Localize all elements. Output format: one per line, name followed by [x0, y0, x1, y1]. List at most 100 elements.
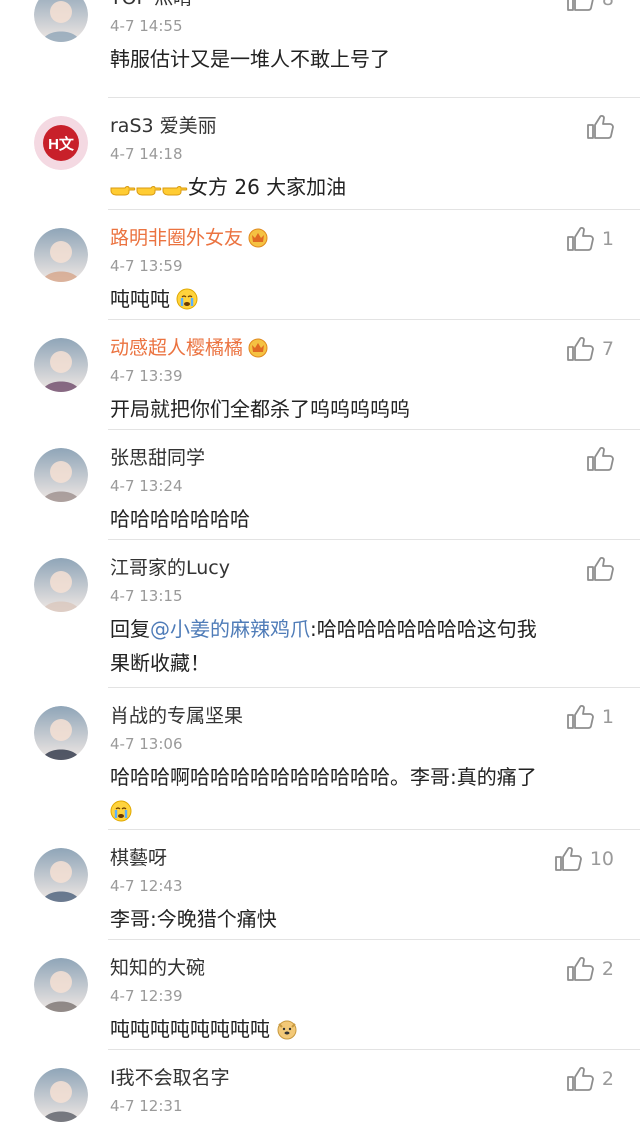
username[interactable]: raS3 爱美丽: [110, 114, 217, 138]
comment-text: 哈哈哈啊哈哈哈哈哈哈哈哈哈哈。李哥:真的痛了: [110, 760, 615, 794]
thumbs-up-icon: [566, 336, 594, 362]
thumbs-up-icon: [566, 0, 594, 12]
like-button[interactable]: 10: [554, 846, 614, 872]
like-button[interactable]: 2: [566, 1066, 614, 1092]
like-button[interactable]: [586, 556, 614, 582]
reply-prefix: 回复: [110, 617, 150, 641]
avatar[interactable]: [34, 558, 88, 612]
like-button[interactable]: 7: [566, 336, 614, 362]
comment-text-line2: [110, 794, 615, 832]
svg-text:H文: H文: [48, 135, 75, 153]
username[interactable]: 棋藝呀: [110, 846, 167, 870]
username[interactable]: 张思甜同学: [110, 446, 205, 470]
comment-text: 吨吨吨吨吨吨吨吨: [110, 1012, 615, 1050]
timestamp: 4-7 13:24: [110, 477, 183, 495]
thumbs-up-icon: [586, 446, 614, 472]
username-text: 动感超人樱橘橘: [110, 337, 244, 359]
avatar[interactable]: [34, 706, 88, 760]
username-text: 肖战的专属坚果: [110, 705, 244, 727]
avatar[interactable]: [34, 448, 88, 502]
reply-text: :哈哈哈哈哈哈哈哈这句我: [310, 617, 537, 641]
comment-text-content: 吨吨吨: [110, 287, 170, 311]
avatar[interactable]: [34, 338, 88, 392]
comment-list: TOP 灬晴 4-7 14:55 8 韩服估计又是一堆人不敢上号了 H文 raS3 爱美丽…: [0, 0, 640, 1122]
like-button[interactable]: [586, 114, 614, 140]
comment-text-content: 开局就把你们全都杀了呜呜呜呜呜: [110, 397, 410, 421]
comment-text-line2: 果断收藏！: [110, 651, 210, 675]
timestamp: 4-7 13:15: [110, 587, 183, 605]
crying-face-icon: [176, 286, 198, 320]
comment-text: 哈哈哈哈哈哈哈: [110, 502, 615, 536]
comment-text-content: 哈哈哈哈哈哈哈: [110, 507, 250, 531]
username[interactable]: I我不会取名字: [110, 1066, 230, 1090]
timestamp: 4-7 13:39: [110, 367, 183, 385]
thumbs-up-icon: [586, 556, 614, 582]
thumbs-up-icon: [554, 846, 582, 872]
mention-link[interactable]: @小姜的麻辣鸡爪: [150, 617, 310, 641]
like-count: 10: [589, 848, 614, 870]
like-button[interactable]: 1: [566, 226, 614, 252]
username-text: 江哥家的Lucy: [110, 557, 230, 579]
avatar[interactable]: [34, 848, 88, 902]
username-text: 路明非圈外女友: [110, 227, 244, 249]
avatar[interactable]: [34, 228, 88, 282]
comment-item: H文 raS3 爱美丽 4-7 14:18 女方 26 大家加油: [0, 98, 640, 210]
comment-text: 开局就把你们全都杀了呜呜呜呜呜: [110, 392, 615, 426]
comment-item: 江哥家的Lucy 4-7 13:15 回复@小姜的麻辣鸡爪:哈哈哈哈哈哈哈哈这句我果…: [0, 540, 640, 688]
avatar[interactable]: [34, 0, 88, 42]
crying-face-icon: [110, 798, 132, 832]
comment-text-content: 吨吨吨吨吨吨吨吨: [110, 1017, 270, 1041]
timestamp: 4-7 14:18: [110, 145, 183, 163]
username[interactable]: TOP 灬晴: [110, 0, 192, 10]
like-count: 1: [601, 228, 614, 250]
username[interactable]: 动感超人樱橘橘: [110, 336, 269, 364]
thumbs-up-icon: [566, 704, 594, 730]
comment-item: 棋藝呀 4-7 12:43 10 李哥:今晚猎个痛快: [0, 830, 640, 940]
username[interactable]: 肖战的专属坚果: [110, 704, 243, 728]
like-count: 2: [601, 1068, 614, 1090]
like-button[interactable]: 2: [566, 956, 614, 982]
timestamp: 4-7 12:39: [110, 987, 183, 1005]
username-text: I我不会取名字: [110, 1067, 230, 1089]
pointing-hand-icon: [110, 174, 136, 208]
vip-crown-icon: [247, 226, 269, 254]
username-text: raS3 爱美丽: [110, 115, 217, 137]
thumbs-up-icon: [566, 1066, 594, 1092]
comment-item: 肖战的专属坚果 4-7 13:06 1 哈哈哈啊哈哈哈哈哈哈哈哈哈哈。李哥:真的痛了: [0, 688, 640, 830]
username-text: TOP 灬晴: [110, 0, 192, 9]
username-text: 知知的大碗: [110, 957, 206, 979]
comment-text: 回复@小姜的麻辣鸡爪:哈哈哈哈哈哈哈哈这句我: [110, 612, 615, 646]
timestamp: 4-7 13:59: [110, 257, 183, 275]
comment-item: I我不会取名字 4-7 12:31 2: [0, 1050, 640, 1122]
vip-crown-icon: [247, 336, 269, 364]
like-button[interactable]: 8: [566, 0, 614, 12]
username[interactable]: 路明非圈外女友: [110, 226, 269, 254]
like-count: 2: [601, 958, 614, 980]
timestamp: 4-7 13:06: [110, 735, 183, 753]
comment-text: 女方 26 大家加油: [110, 170, 615, 208]
doge-icon: [276, 1016, 298, 1050]
timestamp: 4-7 12:31: [110, 1097, 183, 1115]
comment-text-content: 李哥:今晚猎个痛快: [110, 907, 277, 931]
avatar[interactable]: [34, 1068, 88, 1122]
username-text: 棋藝呀: [110, 847, 168, 869]
like-count: 8: [602, 0, 614, 10]
comment-text: 韩服估计又是一堆人不敢上号了: [110, 42, 615, 76]
comment-text-content: 哈哈哈啊哈哈哈哈哈哈哈哈哈哈。李哥:真的痛了: [110, 765, 537, 789]
like-count: 7: [601, 338, 614, 360]
username[interactable]: 知知的大碗: [110, 956, 205, 980]
username[interactable]: 江哥家的Lucy: [110, 556, 230, 580]
like-button[interactable]: 1: [566, 704, 614, 730]
pointing-hand-icon: [162, 174, 188, 208]
comment-item: 路明非圈外女友 4-7 13:59 1 吨吨吨: [0, 210, 640, 320]
avatar[interactable]: H文: [34, 116, 88, 170]
avatar[interactable]: [34, 958, 88, 1012]
like-count: 1: [601, 706, 614, 728]
thumbs-up-icon: [586, 114, 614, 140]
comment-item: 知知的大碗 4-7 12:39 2 吨吨吨吨吨吨吨吨: [0, 940, 640, 1050]
comment-item: 动感超人樱橘橘 4-7 13:39 7 开局就把你们全都杀了呜呜呜呜呜: [0, 320, 640, 430]
thumbs-up-icon: [566, 956, 594, 982]
comment-text-content: 女方 26 大家加油: [188, 175, 347, 199]
comment-text-content: 韩服估计又是一堆人不敢上号了: [110, 47, 390, 71]
like-button[interactable]: [586, 446, 614, 472]
